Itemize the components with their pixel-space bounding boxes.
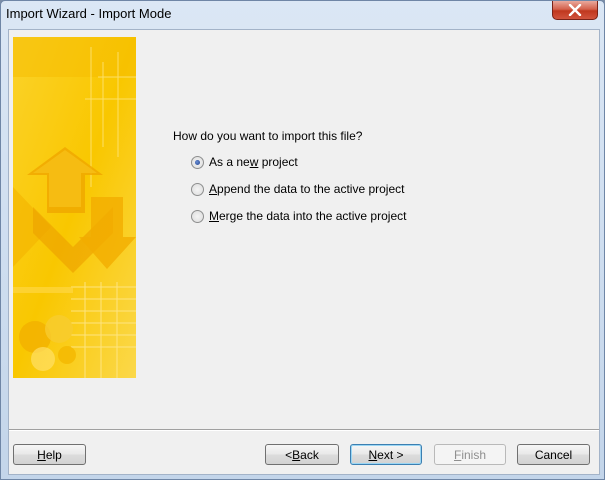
- wizard-banner-image: [13, 37, 136, 378]
- option-merge-data-label[interactable]: Merge the data into the active project: [209, 209, 406, 223]
- cancel-button[interactable]: Cancel: [517, 444, 590, 465]
- next-button[interactable]: Next >: [350, 444, 422, 465]
- radio-new-project[interactable]: [191, 155, 204, 169]
- window-title: Import Wizard - Import Mode: [6, 6, 172, 21]
- option-merge-data[interactable]: Merge the data into the active project: [191, 209, 406, 223]
- radio-merge-data[interactable]: [191, 209, 204, 223]
- option-append-data[interactable]: Append the data to the active project: [191, 182, 404, 196]
- wizard-client-area: How do you want to import this file? As …: [8, 29, 600, 475]
- import-question-label: How do you want to import this file?: [173, 129, 363, 143]
- import-wizard-window: Import Wizard - Import Mode How do you w…: [0, 0, 605, 480]
- option-append-data-label[interactable]: Append the data to the active project: [209, 182, 404, 196]
- option-new-project[interactable]: As a new project: [191, 155, 298, 169]
- back-button[interactable]: < Back: [265, 444, 339, 465]
- button-area-divider: [9, 429, 599, 431]
- finish-button: Finish: [434, 444, 506, 465]
- close-icon: [568, 4, 582, 16]
- option-new-project-label[interactable]: As a new project: [209, 155, 298, 169]
- close-button[interactable]: [552, 1, 598, 20]
- help-button[interactable]: Help: [13, 444, 86, 465]
- title-bar[interactable]: Import Wizard - Import Mode: [1, 1, 604, 27]
- radio-append-data[interactable]: [191, 182, 204, 196]
